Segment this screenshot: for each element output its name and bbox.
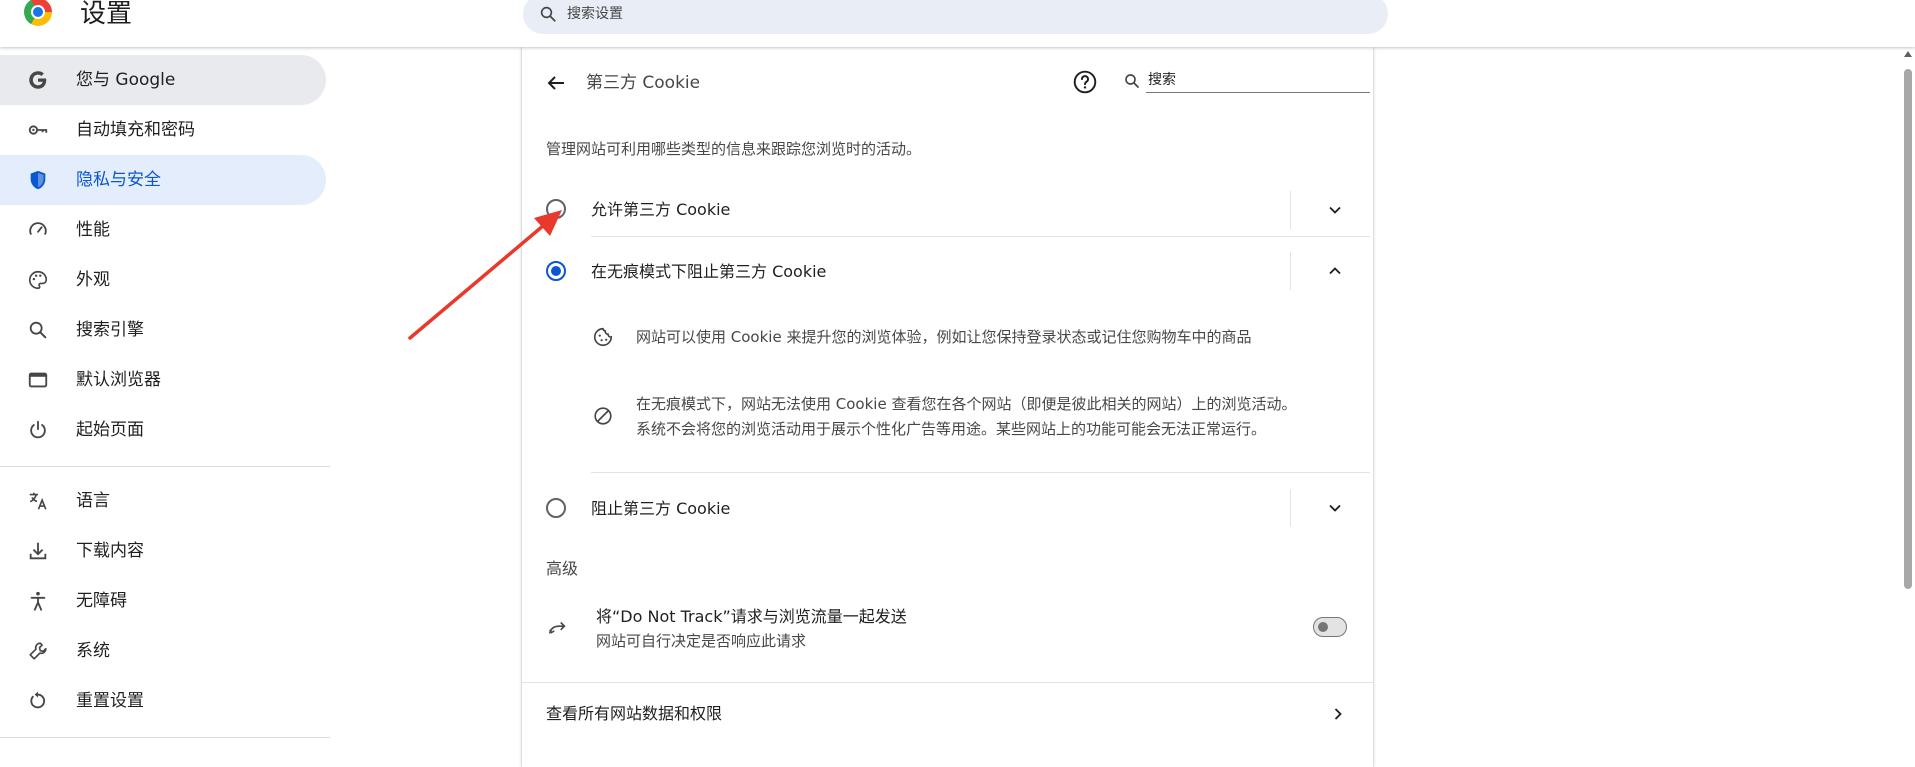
settings-search-box[interactable] [523,0,1388,34]
option-block-third-party[interactable]: 阻止第三方 Cookie [522,483,1373,533]
sidebar-divider [0,466,330,467]
sidebar-item-appearance[interactable]: 外观 [0,255,326,305]
forward-arrow-icon [548,621,566,634]
sidebar-item-label: 系统 [76,641,110,661]
chevron-down-icon[interactable] [1325,498,1345,518]
sidebar-item-reset[interactable]: 重置设置 [0,676,326,726]
sidebar-item-downloads[interactable]: 下载内容 [0,526,326,576]
sidebar-item-label: 外观 [76,270,110,290]
option-label: 在无痕模式下阻止第三方 Cookie [591,262,827,281]
page-scrollbar[interactable] [1900,47,1915,755]
detail-block-text-line-2: 系统不会将您的浏览活动用于展示个性化广告等用途。某些网站上的功能可能会无法正常运… [636,420,1267,438]
page-search-input[interactable] [1146,67,1370,93]
sidebar-item-label: 隐私与安全 [76,170,161,190]
back-arrow-icon[interactable] [544,71,568,95]
wrench-icon [29,642,47,660]
detail-block-text-line-1: 在无痕模式下，网站无法使用 Cookie 查看您在各个网站（即便是彼此相关的网站… [636,395,1297,413]
search-icon [29,321,47,339]
block-icon [594,407,612,425]
option-block-in-incognito[interactable]: 在无痕模式下阻止第三方 Cookie [522,246,1373,296]
download-icon [29,542,47,560]
sidebar-item-on-startup[interactable]: 起始页面 [0,405,326,455]
page-description: 管理网站可利用哪些类型的信息来跟踪您浏览时的活动。 [546,140,922,158]
header: 设置 [0,0,1915,47]
translate-icon [29,492,47,510]
shield-icon [30,170,46,190]
help-icon[interactable] [1072,69,1098,95]
power-icon [30,420,46,439]
sidebar: 您与 Google 自动填充和密码 隐私与安全 性能 外观 搜索引擎 默认浏览器… [0,47,330,755]
sidebar-item-label: 搜索引擎 [76,320,144,340]
sidebar-item-performance[interactable]: 性能 [0,205,326,255]
vertical-separator [1290,252,1291,290]
vertical-separator [1290,191,1291,229]
divider [522,682,1373,683]
sidebar-item-label: 重置设置 [76,691,144,711]
cookie-icon [593,327,613,347]
sidebar-item-label: 无障碍 [76,591,127,611]
divider [591,472,1370,473]
sidebar-item-privacy[interactable]: 隐私与安全 [0,155,326,205]
sidebar-item-label: 您与 Google [76,70,176,90]
key-icon [28,125,48,135]
chevron-right-icon[interactable] [1328,704,1348,724]
advanced-section-title: 高级 [546,559,579,578]
divider [591,236,1370,237]
sidebar-item-label: 起始页面 [76,420,144,440]
chevron-down-icon[interactable] [1325,200,1345,220]
scroll-up-arrow-icon[interactable] [1904,51,1912,57]
sidebar-item-label: 自动填充和密码 [76,120,195,140]
sidebar-item-label: 默认浏览器 [76,370,161,390]
app-title: 设置 [80,0,133,29]
sidebar-item-autofill[interactable]: 自动填充和密码 [0,105,326,155]
sidebar-item-label: 性能 [76,220,110,240]
sidebar-item-label: 语言 [76,491,110,511]
site-data-link-row[interactable]: 查看所有网站数据和权限 [522,697,1373,737]
google-g-icon [29,71,47,89]
site-data-link: 查看所有网站数据和权限 [546,704,723,723]
chevron-up-icon[interactable] [1325,261,1345,281]
option-allow-third-party[interactable]: 允许第三方 Cookie [522,185,1373,235]
search-icon [540,6,556,22]
vertical-separator [1290,489,1291,527]
chrome-logo-icon [24,0,52,26]
radio-block-third-party[interactable] [546,498,566,518]
sidebar-divider [0,737,330,738]
dnt-subtitle: 网站可自行决定是否响应此请求 [596,632,807,650]
speedometer-icon [29,222,47,236]
reset-icon [30,691,46,709]
sidebar-item-search-engine[interactable]: 搜索引擎 [0,305,326,355]
page-title: 第三方 Cookie [586,73,701,93]
accessibility-icon [30,591,46,611]
sidebar-item-you-and-google[interactable]: 您与 Google [0,55,326,105]
browser-window-icon [28,372,48,388]
option-label: 阻止第三方 Cookie [591,499,731,518]
sidebar-item-languages[interactable]: 语言 [0,476,326,526]
annotation-arrow [408,210,562,340]
detail-cookie-text: 网站可以使用 Cookie 来提升您的浏览体验，例如让您保持登录状态或记住您购物… [636,328,1252,346]
sidebar-item-system[interactable]: 系统 [0,626,326,676]
scroll-thumb[interactable] [1904,69,1912,589]
settings-search-input[interactable] [565,2,1345,26]
dnt-toggle[interactable] [1313,617,1347,637]
sidebar-item-accessibility[interactable]: 无障碍 [0,576,326,626]
palette-icon [29,270,48,290]
option-label: 允许第三方 Cookie [591,200,731,219]
third-party-cookie-card: 第三方 Cookie 管理网站可利用哪些类型的信息来跟踪您浏览时的活动。 允许第… [522,47,1373,767]
search-icon [1125,74,1139,88]
dnt-title: 将“Do Not Track”请求与浏览流量一起发送 [596,607,907,626]
sidebar-item-default-browser[interactable]: 默认浏览器 [0,355,326,405]
sidebar-item-label: 下载内容 [76,541,144,561]
